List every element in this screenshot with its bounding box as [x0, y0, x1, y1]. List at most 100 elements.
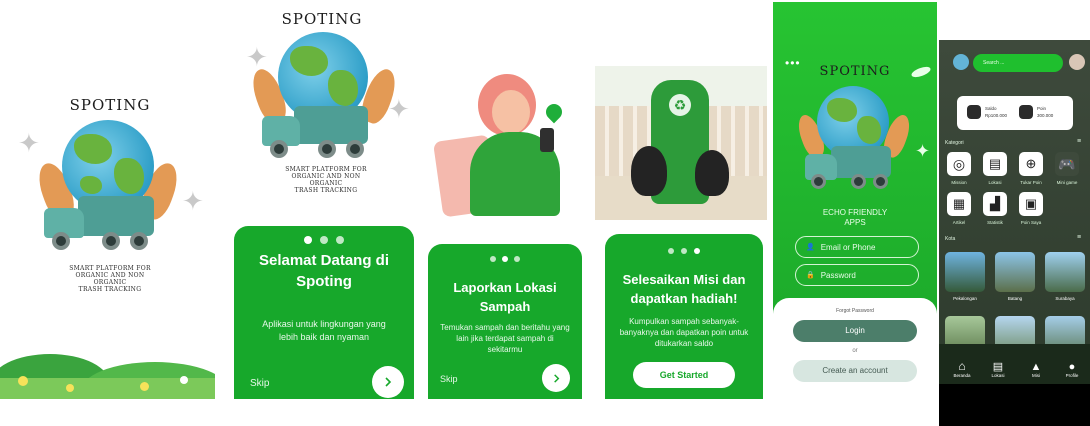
- place-card[interactable]: [1045, 252, 1085, 292]
- wallet-icon: [967, 105, 981, 119]
- page-indicator: [605, 248, 763, 254]
- truck-icon: [294, 106, 368, 144]
- sparkle-icon: ✦: [915, 141, 931, 161]
- nav-home[interactable]: ⌂ Beranda: [947, 359, 977, 378]
- recycle-icon: ♻: [669, 94, 691, 116]
- category-mini-game[interactable]: 🎮: [1055, 152, 1079, 176]
- or-separator: or: [852, 348, 858, 354]
- app-name: ECHO FRIENDLY APPS: [822, 208, 888, 227]
- onboarding-card: Selamat Datang di Spoting Aplikasi untuk…: [234, 226, 414, 399]
- places-title: Kota: [945, 236, 956, 242]
- splash-screen: ✦ ✦ SPOTING SMART PLATFORM FOR ORGANIC A…: [0, 0, 215, 399]
- skip-button[interactable]: Skip: [250, 378, 269, 389]
- chevron-right-icon: [385, 377, 392, 387]
- wallet-icon: ▣: [1024, 196, 1038, 211]
- tagline: SMART PLATFORM FOR ORGANIC AND NON ORGAN…: [69, 265, 151, 293]
- logo: [32, 112, 184, 262]
- coin-icon: ⊕: [1025, 156, 1037, 171]
- category-statistik[interactable]: ▟: [983, 192, 1007, 216]
- category-artikel[interactable]: ▦: [947, 192, 971, 216]
- page-indicator: [428, 256, 582, 262]
- avatar: [953, 54, 969, 70]
- page-dot: [502, 256, 508, 262]
- login-button[interactable]: Login: [793, 320, 917, 342]
- brand-title: SPOTING: [281, 10, 363, 28]
- more-horizontal-icon[interactable]: •••: [785, 56, 801, 70]
- nav-profile[interactable]: ● Profile: [1057, 361, 1087, 378]
- category-poin-saya[interactable]: ▣: [1019, 192, 1043, 216]
- next-button[interactable]: [372, 366, 404, 398]
- place-card[interactable]: [945, 252, 985, 292]
- sparkle-icon: ✦: [18, 128, 40, 158]
- category-mission[interactable]: ◎: [947, 152, 971, 176]
- categories-menu-icon[interactable]: ≡: [1077, 138, 1081, 145]
- login-panel: Forgot Password Login or Create an accou…: [773, 298, 937, 394]
- truck-icon: [78, 196, 154, 236]
- lock-icon: 🔒: [806, 272, 815, 279]
- page-dot: [681, 248, 687, 254]
- get-started-button[interactable]: Get Started: [633, 362, 735, 388]
- card-body: Temukan sampah dan beritahu yang lain ji…: [440, 323, 570, 354]
- onboarding-mission-screen: ♻ Selesaikan Misi dan dapatkan hadiah! K…: [595, 0, 767, 399]
- nav-lokasi[interactable]: ▤ Lokasi: [983, 360, 1013, 378]
- category-lokasi[interactable]: ▤: [983, 152, 1007, 176]
- login-screen: ••• SPOTING ✦ ECHO FRIENDLY APPS 👤 Email…: [773, 2, 937, 394]
- card-title: Selamat Datang di Spoting: [258, 252, 390, 290]
- points-label: Poin: [1037, 106, 1047, 111]
- page-dot: [694, 248, 700, 254]
- bag-icon: ▲: [1030, 361, 1042, 373]
- tagline: SMART PLATFORM FOR ORGANIC AND NON ORGAN…: [285, 166, 367, 194]
- brand-title: SPOTING: [819, 64, 891, 79]
- woman-illustration: [432, 66, 574, 218]
- page-dot: [514, 256, 520, 262]
- home-screen-body: Search ... Saldo Rp100.000 Poin 300.000 …: [939, 40, 1090, 384]
- location-pin-icon: [542, 100, 566, 124]
- forgot-password-link[interactable]: Forgot Password: [773, 308, 937, 314]
- home-icon: ⌂: [958, 359, 966, 373]
- bottom-navigation: ⌂ Beranda ▤ Lokasi ▲ Misi ● Profile: [939, 344, 1090, 384]
- card-title: Laporkan Lokasi Sampah: [453, 280, 557, 314]
- map-icon: ▤: [992, 361, 1004, 373]
- page-dot: [336, 236, 344, 244]
- skip-button[interactable]: Skip: [440, 374, 458, 384]
- card-body: Kumpulkan sampah sebanyak-banyaknya dan …: [619, 317, 749, 348]
- onboarding-welcome-screen: ✦ ✦ SPOTING SMART PLATFORM FOR ORGANIC A…: [232, 0, 417, 399]
- gamepad-icon: 🎮: [1058, 155, 1076, 172]
- password-field[interactable]: 🔒 Password: [795, 264, 919, 286]
- leaf-icon: [910, 64, 932, 80]
- email-field[interactable]: 👤 Email or Phone: [795, 236, 919, 258]
- chevron-right-icon: [553, 373, 559, 383]
- worker-illustration: ♻: [595, 66, 767, 220]
- create-account-button[interactable]: Create an account: [793, 360, 917, 382]
- places-menu-icon[interactable]: ≡: [1077, 234, 1081, 241]
- target-icon: ◎: [952, 155, 966, 172]
- profile-avatar[interactable]: [1069, 54, 1085, 70]
- onboarding-card: Selesaikan Misi dan dapatkan hadiah! Kum…: [605, 234, 763, 399]
- page-dot: [304, 236, 312, 244]
- points-value: 300.000: [1037, 113, 1054, 118]
- onboarding-card: Laporkan Lokasi Sampah Temukan sampah da…: [428, 244, 582, 399]
- category-tukar-poin[interactable]: ⊕: [1019, 152, 1043, 176]
- balance-card: Saldo Rp100.000 Poin 300.000: [957, 96, 1073, 130]
- logo: [794, 82, 914, 202]
- page-dot: [320, 236, 328, 244]
- map-icon: ▤: [988, 156, 1002, 171]
- user-icon: ●: [1068, 361, 1076, 373]
- sparkle-icon: ✦: [182, 186, 204, 216]
- user-icon: 👤: [806, 244, 815, 251]
- page-dot: [668, 248, 674, 254]
- balance-label: Saldo: [985, 106, 997, 111]
- nav-misi[interactable]: ▲ Misi: [1021, 361, 1051, 378]
- card-body: Aplikasi untuk lingkungan yang lebih bai…: [262, 319, 386, 342]
- onboarding-report-screen: Laporkan Lokasi Sampah Temukan sampah da…: [428, 0, 586, 399]
- page-dot: [490, 256, 496, 262]
- place-card[interactable]: [995, 252, 1035, 292]
- search-input[interactable]: Search ...: [973, 54, 1063, 72]
- balance-value: Rp100.000: [985, 113, 1008, 118]
- categories-title: Kategori: [945, 140, 964, 146]
- coin-icon: [1019, 105, 1033, 119]
- card-title: Selesaikan Misi dan dapatkan hadiah!: [622, 272, 746, 306]
- chart-icon: ▟: [990, 196, 1000, 211]
- next-button[interactable]: [542, 364, 570, 392]
- page-indicator: [234, 236, 414, 244]
